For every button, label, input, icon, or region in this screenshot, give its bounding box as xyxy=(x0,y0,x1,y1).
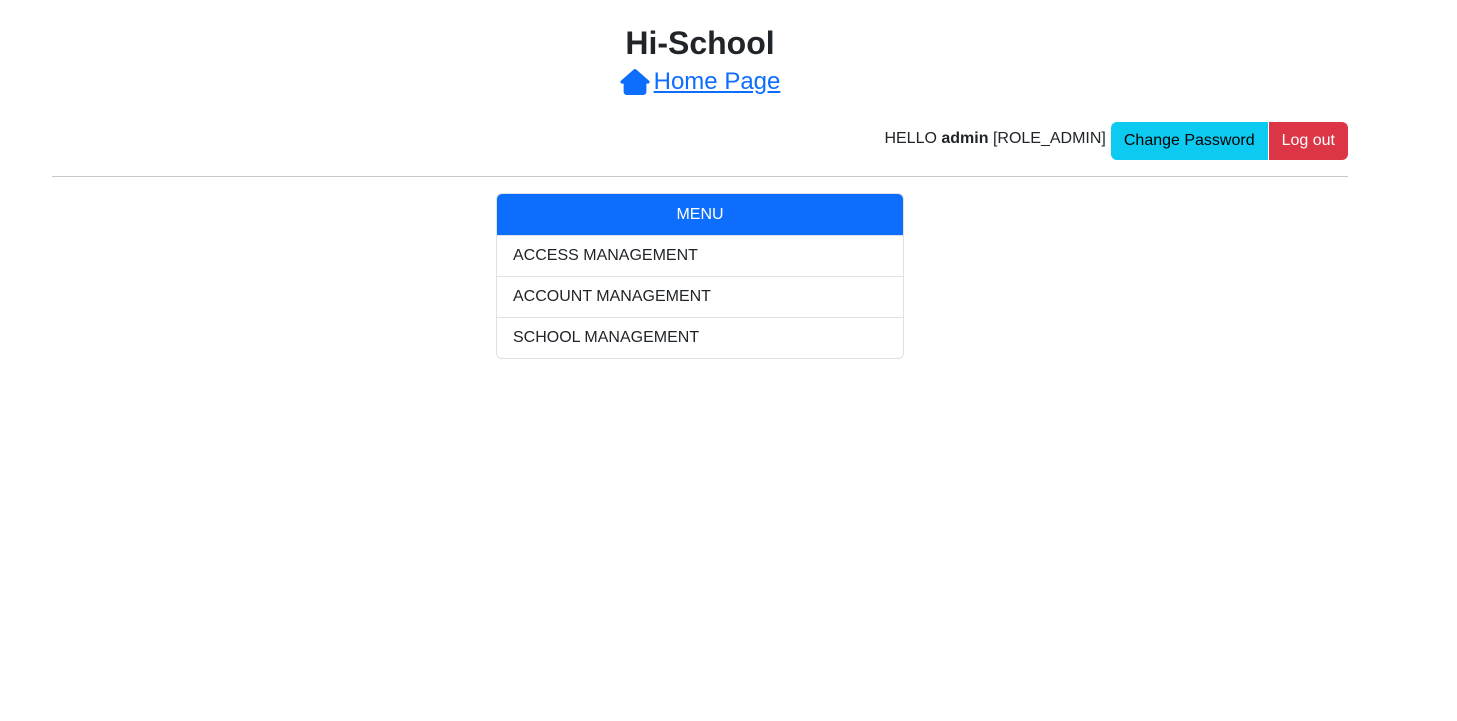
main-menu: MENU ACCESS MANAGEMENT ACCOUNT MANAGEMEN… xyxy=(496,193,904,359)
page-header: Hi-School Home Page xyxy=(0,0,1400,100)
username: admin xyxy=(941,130,989,147)
logout-button[interactable]: Log out xyxy=(1268,122,1348,160)
menu-item-school-management[interactable]: SCHOOL MANAGEMENT xyxy=(497,317,903,358)
user-bar: HELLO admin [ROLE_ADMIN] Change Password… xyxy=(884,122,1348,160)
greeting-text: HELLO xyxy=(884,130,937,147)
user-greeting: HELLO admin [ROLE_ADMIN] xyxy=(884,130,1105,148)
menu-item-account-management[interactable]: ACCOUNT MANAGEMENT xyxy=(497,276,903,317)
header-divider xyxy=(52,176,1348,177)
app-title: Hi-School xyxy=(625,25,775,61)
menu-header: MENU xyxy=(497,194,903,235)
change-password-button[interactable]: Change Password xyxy=(1110,122,1268,160)
user-role: [ROLE_ADMIN] xyxy=(992,130,1106,147)
home-page-link[interactable]: Home Page xyxy=(620,66,781,98)
home-link-label: Home Page xyxy=(653,68,781,95)
menu-item-access-management[interactable]: ACCESS MANAGEMENT xyxy=(497,235,903,276)
home-icon xyxy=(620,69,650,95)
